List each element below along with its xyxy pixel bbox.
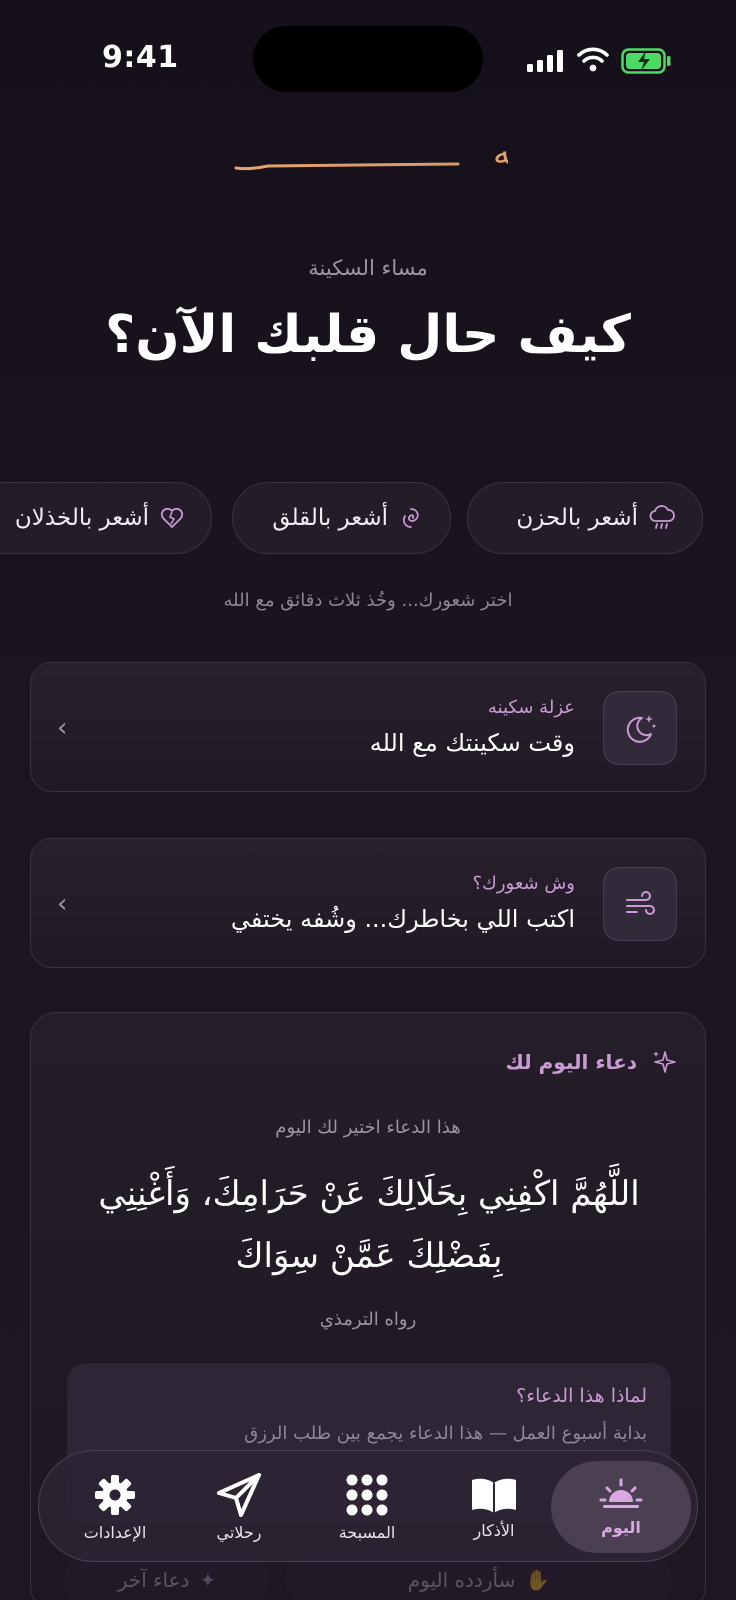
tab-label: المسبحة: [338, 1522, 396, 1542]
tab-tasbih[interactable]: المسبحة: [297, 1461, 437, 1553]
repeat-dua-label: سأردده اليوم: [407, 1568, 516, 1592]
gear-icon: [95, 1474, 135, 1515]
swirl-icon: [402, 508, 419, 528]
wind-icon: [626, 891, 655, 915]
feelings-icon-box: [603, 867, 677, 941]
tab-label: اليوم: [601, 1517, 641, 1537]
card-kicker: وش شعورك؟: [472, 873, 575, 894]
tab-journeys[interactable]: رحلاتي: [169, 1461, 309, 1553]
mood-chips: أشعر بالحزن أشعر بالقلق أشعر بالخذلان: [0, 482, 736, 554]
dua-source: رواه الترمذي: [319, 1309, 417, 1330]
mood-chip-disappointed[interactable]: أشعر بالخذلان: [0, 482, 212, 554]
broken-heart-icon: [160, 507, 184, 528]
tab-adhkar[interactable]: الأذكار: [424, 1461, 564, 1553]
app-logo: سكينه: [234, 133, 508, 173]
mood-hint: اختر شعورك... وخُذ ثلاث دقائق مع الله: [223, 590, 513, 611]
hands-icon: ✋: [525, 1568, 551, 1592]
status-bar: 9:41: [0, 0, 736, 100]
wifi-icon: [577, 47, 609, 72]
rain-cloud-icon: [649, 505, 675, 529]
tab-label: رحلاتي: [216, 1522, 262, 1542]
paper-plane-icon: [217, 1472, 261, 1517]
chevron-left-icon: ‹: [57, 889, 68, 919]
chevron-left-icon: ‹: [57, 713, 68, 743]
mood-chip-label: أشعر بالحزن: [516, 505, 638, 531]
another-dua-label: دعاء آخر: [117, 1568, 190, 1592]
tab-bar: اليوم الأذكار المسبحة رحلاتي الإعدادات: [38, 1450, 698, 1562]
card-kicker: عزلة سكينه: [487, 697, 575, 718]
battery-charging-icon: [621, 48, 671, 74]
card-title: اكتب اللي بخاطرك... وشُفه يختفي: [230, 905, 575, 933]
dua-text: اللَّهُمَّ اكْفِنِي بِحَلَالِكَ عَنْ حَر…: [98, 1174, 640, 1276]
dua-subtitle: هذا الدعاء اختير لك اليوم: [275, 1117, 461, 1138]
mood-chip-label: أشعر بالخذلان: [14, 505, 149, 531]
mood-chip-anxious[interactable]: أشعر بالقلق: [232, 482, 451, 554]
retreat-icon-box: [603, 691, 677, 765]
status-time: 9:41: [102, 40, 179, 75]
retreat-card[interactable]: عزلة سكينه وقت سكينتك مع الله ‹: [30, 662, 706, 792]
prayer-beads-grid-icon: [346, 1474, 388, 1515]
card-title: وقت سكينتك مع الله: [369, 729, 575, 757]
moon-stars-icon: [626, 715, 656, 743]
greeting: مساء السكينة: [308, 256, 428, 280]
mood-chip-sad[interactable]: أشعر بالحزن: [467, 482, 703, 554]
sparkle-icon: [653, 1051, 676, 1073]
mood-chip-label: أشعر بالقلق: [272, 505, 388, 531]
dua-heading: دعاء اليوم لك: [506, 1049, 677, 1075]
sparkle-icon: ✦: [199, 1568, 217, 1592]
page-title: كيف حال قلبك الآن؟: [105, 305, 631, 365]
why-dua-title: لماذا هذا الدعاء؟: [516, 1385, 647, 1407]
tab-label: الأذكار: [473, 1520, 515, 1540]
book-icon: [472, 1478, 516, 1513]
dynamic-island: [253, 26, 483, 92]
feelings-card[interactable]: وش شعورك؟ اكتب اللي بخاطرك... وشُفه يختف…: [30, 838, 706, 968]
sunrise-icon: [599, 1478, 643, 1508]
tab-label: الإعدادات: [83, 1522, 147, 1542]
app-logo-text: سكينه: [493, 133, 508, 173]
tab-settings[interactable]: الإعدادات: [45, 1461, 185, 1553]
tab-today[interactable]: اليوم: [551, 1461, 691, 1553]
why-dua-body: بداية أسبوع العمل — هذا الدعاء يجمع بين …: [244, 1423, 647, 1444]
cellular-signal-icon: [527, 50, 563, 72]
dua-heading-label: دعاء اليوم لك: [505, 1050, 637, 1074]
